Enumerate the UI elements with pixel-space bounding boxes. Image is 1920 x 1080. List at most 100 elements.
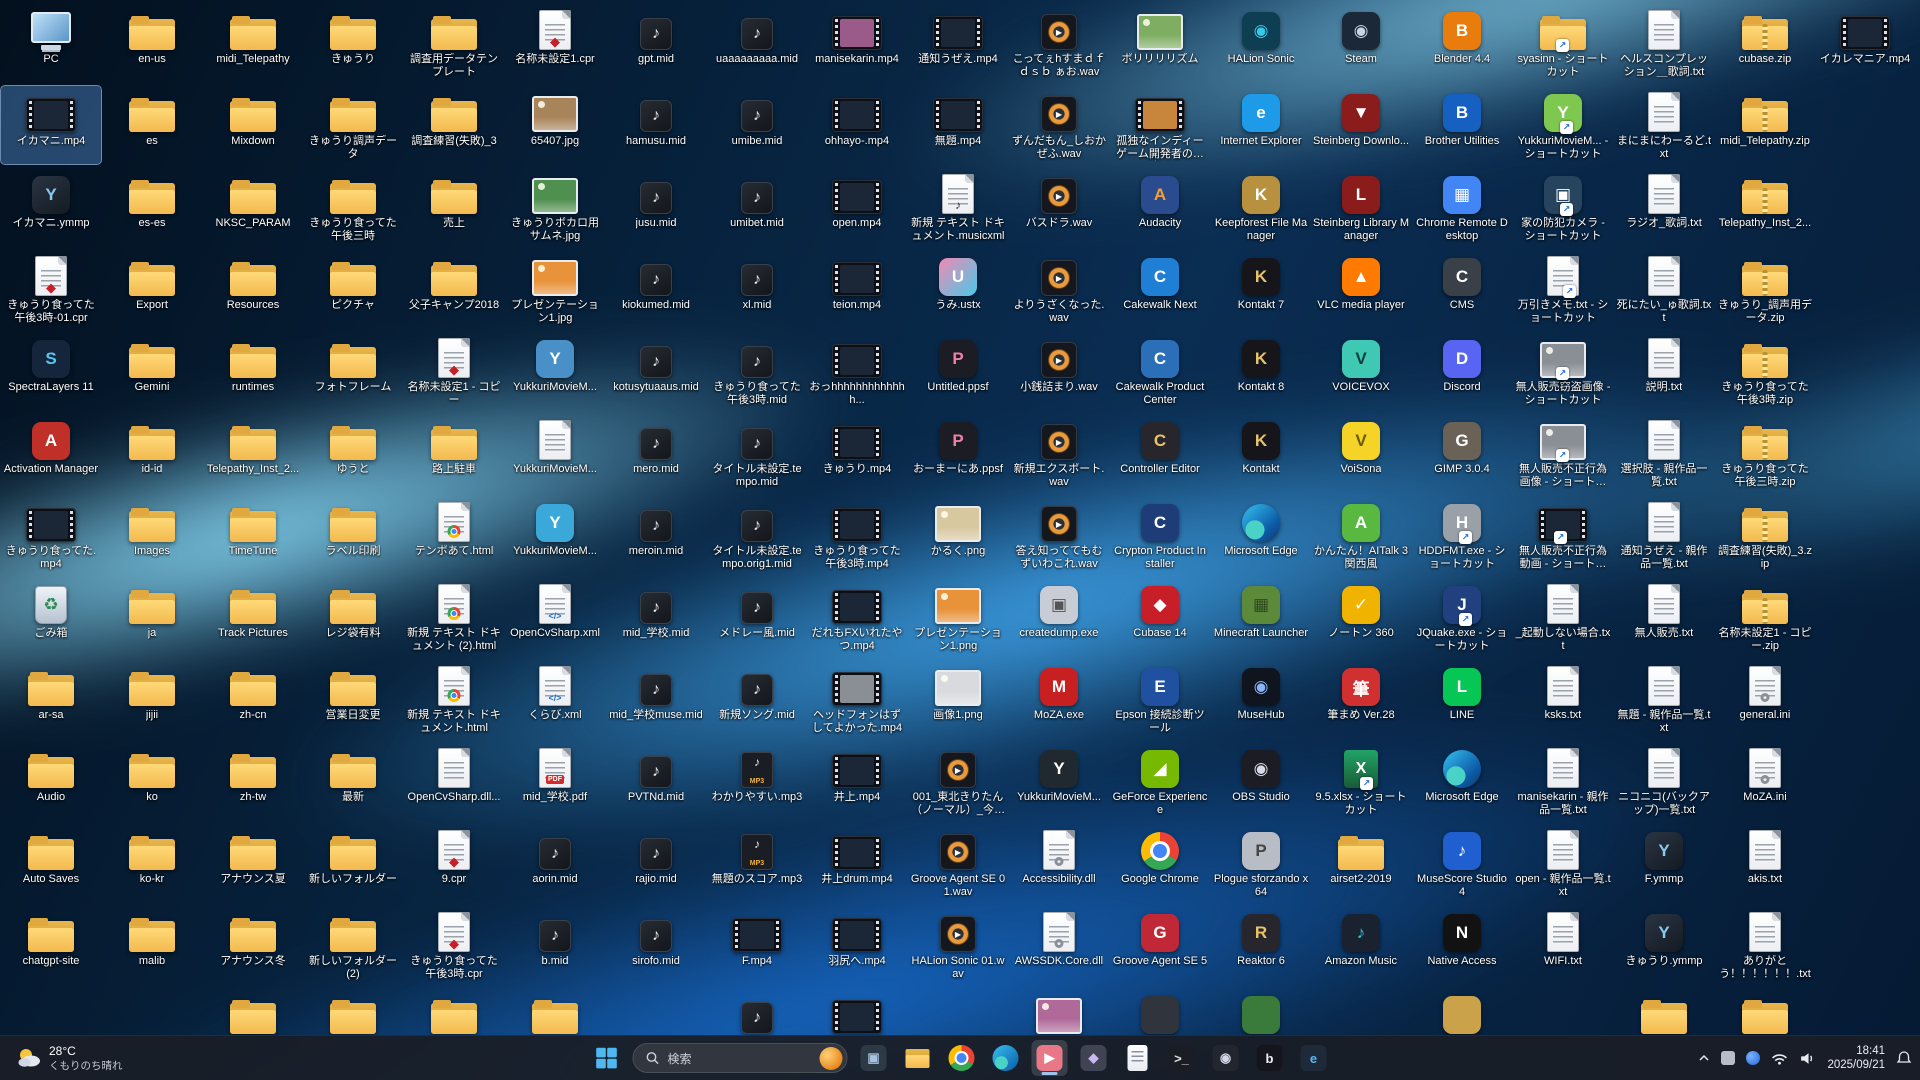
desktop-icon[interactable]: ♪umibet.mid [707,168,807,246]
desktop-icon[interactable]: DDiscord [1412,332,1512,410]
desktop-icon[interactable]: ▶バスドラ.wav [1009,168,1109,246]
desktop-icon[interactable]: ♪PVTNd.mid [606,742,706,820]
desktop-icon[interactable]: 調査練習(失敗)_3 [404,86,504,164]
desktop-icon[interactable]: レジ袋有料 [303,578,403,656]
desktop-icon[interactable]: X↗9.5.xlsx - ショートカット [1311,742,1411,820]
desktop-icon[interactable]: ◢GeForce Experience [1110,742,1210,820]
desktop-icon[interactable]: ありがとう！！！！！！.txt [1715,906,1815,984]
desktop-icon[interactable]: zh-cn [203,660,303,738]
desktop-icon[interactable]: CCakewalk Product Center [1110,332,1210,410]
desktop-icon[interactable]: OpenCvSharp.dll... [404,742,504,820]
desktop-icon[interactable]: ♪jusu.mid [606,168,706,246]
desktop-icon[interactable]: フォトフレーム [303,332,403,410]
desktop-icon[interactable]: cubase.zip [1715,4,1815,82]
desktop-icon[interactable]: かるく.png [908,496,1008,574]
desktop-icon[interactable]: F.mp4 [707,906,807,984]
desktop-icon[interactable]: Telepathy_Inst_2... [1715,168,1815,246]
desktop-icon[interactable]: Auto Saves [1,824,101,902]
desktop-icon[interactable]: 説明.txt [1614,332,1714,410]
desktop-icon[interactable]: 路上駐車 [404,414,504,492]
desktop-icon[interactable]: eInternet Explorer [1211,86,1311,164]
search-highlight-icon[interactable] [820,1047,843,1070]
desktop-icon[interactable]: midi_Telepathy.zip [1715,86,1815,164]
desktop-icon[interactable]: manisekarin.mp4 [807,4,907,82]
taskbar-app-10[interactable]: b [1252,1040,1288,1076]
desktop-icon[interactable]: ko [102,742,202,820]
desktop-icon[interactable]: Audio [1,742,101,820]
desktop-icon[interactable]: PPlogue sforzando x64 [1211,824,1311,902]
desktop-icon[interactable]: ♪sirofo.mid [606,906,706,984]
desktop-icon[interactable]: zh-tw [203,742,303,820]
tray-app-icon-1[interactable] [1721,1051,1735,1065]
desktop-icon[interactable]: YF.ymmp [1614,824,1714,902]
desktop-icon[interactable]: ▶新規エクスポート.wav [1009,414,1109,492]
desktop-icon[interactable]: ▶答え知っててもむずいわこれ.wav [1009,496,1109,574]
desktop-icon[interactable]: ♪uaaaaaaaaa.mid [707,4,807,82]
desktop-icon[interactable]: きゅうり食ってた.mp4 [1,496,101,574]
desktop-icon[interactable]: きゅうり調声データ [303,86,403,164]
desktop-icon[interactable]: ▣createdump.exe [1009,578,1109,656]
desktop-icon[interactable]: 画像1.png [908,660,1008,738]
desktop-icon[interactable]: 調査練習(失敗)_3.zip [1715,496,1815,574]
desktop-icon[interactable]: YukkuriMovieM... [505,414,605,492]
desktop-icon[interactable]: ar-sa [1,660,101,738]
desktop-icon[interactable]: jijii [102,660,202,738]
desktop-icon[interactable]: EEpson 接続診断ツール [1110,660,1210,738]
desktop-icon[interactable]: ♪xl.mid [707,250,807,328]
weather-widget[interactable]: 28°C くもりのち晴れ [10,1036,129,1080]
desktop-icon[interactable]: ♪gpt.mid [606,4,706,82]
desktop-icon[interactable]: ▦Chrome Remote Desktop [1412,168,1512,246]
desktop-icon[interactable]: NNative Access [1412,906,1512,984]
desktop-icon[interactable]: ♪kotusytuaaus.mid [606,332,706,410]
notification-center[interactable] [1896,1050,1912,1066]
desktop-icon[interactable]: 新規 テキスト ドキュメント.html [404,660,504,738]
hidden-icons-chevron[interactable] [1698,1054,1710,1062]
desktop-icon[interactable]: プレゼンテーション1.jpg [505,250,605,328]
desktop-icon[interactable]: 羽尻へ.mp4 [807,906,907,984]
desktop-icon[interactable]: ▣↗家の防犯カメラ - ショートカット [1513,168,1613,246]
desktop-icon[interactable]: ラジオ_歌詞.txt [1614,168,1714,246]
desktop-icon[interactable]: 新規 テキスト ドキュメント (2).html [404,578,504,656]
desktop-icon[interactable]: KKeepforest File Manager [1211,168,1311,246]
desktop-icon[interactable]: まにまにわーるど.txt [1614,86,1714,164]
desktop-icon[interactable]: きゅうり_調声用データ.zip [1715,250,1815,328]
tray-app-icon-2[interactable] [1746,1051,1760,1065]
desktop-icon[interactable]: teion.mp4 [807,250,907,328]
desktop-icon[interactable]: GGroove Agent SE 5 [1110,906,1210,984]
desktop-icon[interactable]: ksks.txt [1513,660,1613,738]
desktop-icon[interactable]: YYukkuriMovieM... [505,332,605,410]
desktop-icon[interactable]: CCrypton Product Installer [1110,496,1210,574]
desktop-icon[interactable]: 死にたい_ゅ歌詞.txt [1614,250,1714,328]
desktop-icon[interactable]: 無人販売.txt [1614,578,1714,656]
desktop-icon[interactable]: KKontakt 8 [1211,332,1311,410]
desktop-icon[interactable]: きゅうり食ってた午後3時.zip [1715,332,1815,410]
desktop-icon[interactable]: 65407.jpg [505,86,605,164]
desktop-icon[interactable]: YYukkuriMovieM... [1009,742,1109,820]
desktop-icon[interactable]: ♪mero.mid [606,414,706,492]
desktop-icon[interactable]: 井上drum.mp4 [807,824,907,902]
desktop-icon[interactable]: 最新 [303,742,403,820]
desktop-icon[interactable]: ↗無人販売窃盗画像 - ショートカット [1513,332,1613,410]
taskbar-app-11[interactable]: e [1296,1040,1332,1076]
desktop-icon[interactable]: きゅうり食ってた午後三時.zip [1715,414,1815,492]
desktop-icon[interactable]: Google Chrome [1110,824,1210,902]
desktop-icon[interactable]: ヘッドフォンはずしてよかった.mp4 [807,660,907,738]
desktop-icon[interactable]: open - 親作品一覧.txt [1513,824,1613,902]
desktop-icon[interactable]: イカレマニア.mp4 [1815,4,1915,82]
desktop-icon[interactable]: ✓ノートン 360 [1311,578,1411,656]
desktop-icon[interactable]: malib [102,906,202,984]
desktop-icon[interactable]: ▶HALion Sonic 01.wav [908,906,1008,984]
desktop-icon[interactable]: manisekarin - 親作品一覧.txt [1513,742,1613,820]
desktop-icon[interactable]: Images [102,496,202,574]
desktop-icon[interactable]: Pおーまーにあ.ppsf [908,414,1008,492]
desktop-icon[interactable]: CCakewalk Next [1110,250,1210,328]
desktop-icon[interactable]: ♪rajio.mid [606,824,706,902]
desktop-icon[interactable]: ♪MuseScore Studio 4 [1412,824,1512,902]
desktop-icon[interactable]: ♪タイトル未設定.tempo.orig1.mid [707,496,807,574]
desktop-icon[interactable]: ↗無人販売不正行為動画 - ショートカット [1513,496,1613,574]
desktop-icon[interactable]: ♪aorin.mid [505,824,605,902]
desktop-icon[interactable]: ♪mid_学校.mid [606,578,706,656]
desktop-icon[interactable]: Telepathy_Inst_2... [203,414,303,492]
desktop-icon[interactable]: midi_Telepathy [203,4,303,82]
desktop-icon[interactable]: ja [102,578,202,656]
